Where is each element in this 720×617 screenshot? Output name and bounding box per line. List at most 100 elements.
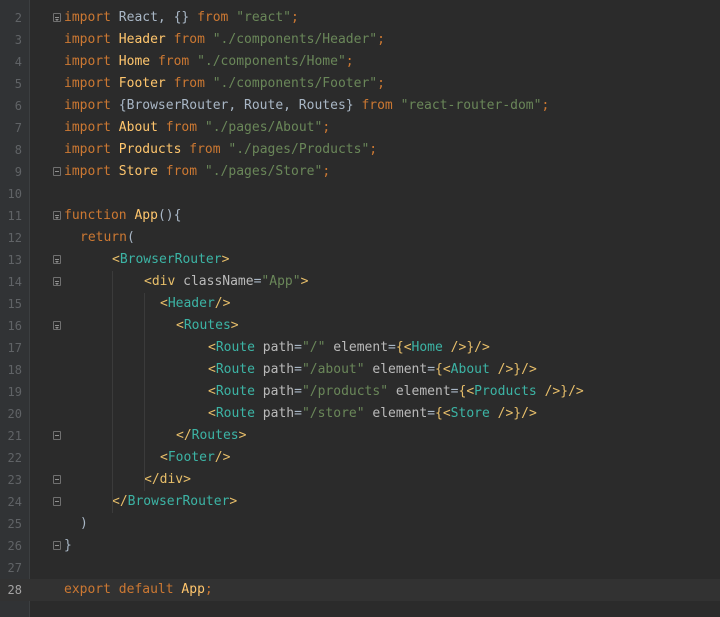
code-token: element — [333, 340, 389, 355]
code-token: "./components/Footer" — [212, 76, 378, 91]
code-token: "./pages/About" — [204, 120, 323, 135]
line-number: 22 — [7, 451, 22, 465]
line-number: 7 — [14, 121, 22, 135]
line-number: 25 — [7, 517, 22, 531]
code-token: { — [395, 340, 404, 355]
line-number: 27 — [7, 561, 22, 575]
code-token: = — [294, 384, 302, 399]
line-number: 8 — [14, 143, 22, 157]
fold-expand-icon[interactable] — [53, 211, 61, 220]
code-line[interactable]: 5 import Footer from "./components/Footer… — [0, 73, 720, 95]
code-token: = — [294, 406, 302, 421]
code-line[interactable]: 7 import About from "./pages/About"; — [0, 117, 720, 139]
fold-collapse-icon[interactable] — [53, 541, 61, 550]
code-token: from — [157, 54, 190, 69]
code-line[interactable]: 4 import Home from "./components/Home"; — [0, 51, 720, 73]
fold-expand-icon[interactable] — [53, 13, 61, 22]
code-token: } — [466, 340, 475, 355]
code-line[interactable]: 13 <BrowserRouter> — [0, 249, 720, 271]
code-line[interactable]: 28 export default App; — [0, 579, 720, 601]
fold-expand-icon[interactable] — [53, 277, 61, 286]
line-number: 14 — [7, 275, 22, 289]
code-token: Footer — [118, 76, 166, 91]
code-text: import React, {} from "react"; — [64, 7, 299, 29]
code-token: = — [294, 340, 302, 355]
code-line[interactable]: 25) — [0, 513, 720, 535]
code-token: Products — [118, 142, 182, 157]
line-number: 6 — [14, 99, 22, 113]
line-number: 28 — [7, 583, 22, 597]
code-token: Store — [450, 406, 490, 421]
code-token: import — [64, 142, 111, 157]
code-line[interactable]: 11 function App(){ — [0, 205, 720, 227]
code-line[interactable]: 2 import React, {} from "react"; — [0, 7, 720, 29]
fold-collapse-icon[interactable] — [53, 497, 61, 506]
line-number: 24 — [7, 495, 22, 509]
code-token: from — [189, 142, 221, 157]
code-line[interactable]: 16 <Routes> — [0, 315, 720, 337]
line-number: 13 — [7, 253, 22, 267]
code-token: import — [64, 164, 111, 179]
code-line[interactable]: 23 </div> — [0, 469, 720, 491]
code-line[interactable]: 19 <Route path="/products" element={<Prod… — [0, 381, 720, 403]
code-token: ( — [126, 230, 135, 245]
code-text: import Products from "./pages/Products"; — [64, 139, 377, 161]
code-token: ; — [322, 164, 331, 179]
fold-expand-icon[interactable] — [53, 255, 61, 264]
code-line[interactable]: 22 <Footer/> — [0, 447, 720, 469]
code-line[interactable]: 3 import Header from "./components/Header… — [0, 29, 720, 51]
code-text: </div> — [144, 469, 191, 491]
code-line[interactable]: 8 import Products from "./pages/Products"… — [0, 139, 720, 161]
code-line[interactable]: 27 — [0, 557, 720, 579]
code-token: < — [208, 340, 216, 355]
code-token: element — [372, 362, 428, 377]
fold-collapse-icon[interactable] — [53, 475, 61, 484]
code-token: import — [64, 120, 111, 135]
line-number: 18 — [7, 363, 22, 377]
line-number: 26 — [7, 539, 22, 553]
code-token: App — [181, 582, 205, 597]
fold-expand-icon[interactable] — [53, 321, 61, 330]
line-number: 21 — [7, 429, 22, 443]
fold-collapse-icon[interactable] — [53, 431, 61, 440]
code-line[interactable]: 24 </BrowserRouter> — [0, 491, 720, 513]
code-token: ; — [345, 54, 354, 69]
code-token: from — [361, 98, 393, 113]
code-line[interactable]: 6 import {BrowserRouter, Route, Routes} f… — [0, 95, 720, 117]
code-line[interactable]: 14 <div className="App"> — [0, 271, 720, 293]
code-token: "App" — [261, 274, 301, 289]
code-token: { — [435, 362, 443, 377]
line-number: 17 — [7, 341, 22, 355]
code-token: About — [118, 120, 158, 135]
code-token: function — [64, 208, 127, 223]
code-token: /> — [497, 362, 514, 377]
code-token: from — [165, 120, 198, 135]
code-token: Routes — [191, 428, 239, 443]
line-number: 10 — [7, 187, 22, 201]
code-token: < — [442, 362, 451, 377]
code-token: /> — [214, 296, 231, 311]
code-text: <Route path="/about" element={<About />}… — [208, 359, 537, 381]
code-line[interactable]: 10 — [0, 183, 720, 205]
line-number: 12 — [7, 231, 22, 245]
fold-collapse-icon[interactable] — [53, 167, 61, 176]
code-line[interactable]: 26} — [0, 535, 720, 557]
code-line[interactable]: 20 <Route path="/store" element={<Store /… — [0, 403, 720, 425]
code-line[interactable]: 12 return( — [0, 227, 720, 249]
code-token: < — [403, 340, 412, 355]
code-text: <Route path="/products" element={<Produc… — [208, 381, 584, 403]
code-token: /> — [474, 340, 490, 355]
code-line[interactable]: 21 </Routes> — [0, 425, 720, 447]
code-token: Routes — [183, 318, 231, 333]
code-line[interactable]: 18 <Route path="/about" element={<About /… — [0, 359, 720, 381]
code-line[interactable]: 17 <Route path="/" element={<Home />}/> — [0, 337, 720, 359]
code-token: import — [64, 10, 111, 25]
code-line[interactable]: 15 <Header/> — [0, 293, 720, 315]
code-token: export — [64, 582, 111, 597]
code-line[interactable]: 9 import Store from "./pages/Store"; — [0, 161, 720, 183]
